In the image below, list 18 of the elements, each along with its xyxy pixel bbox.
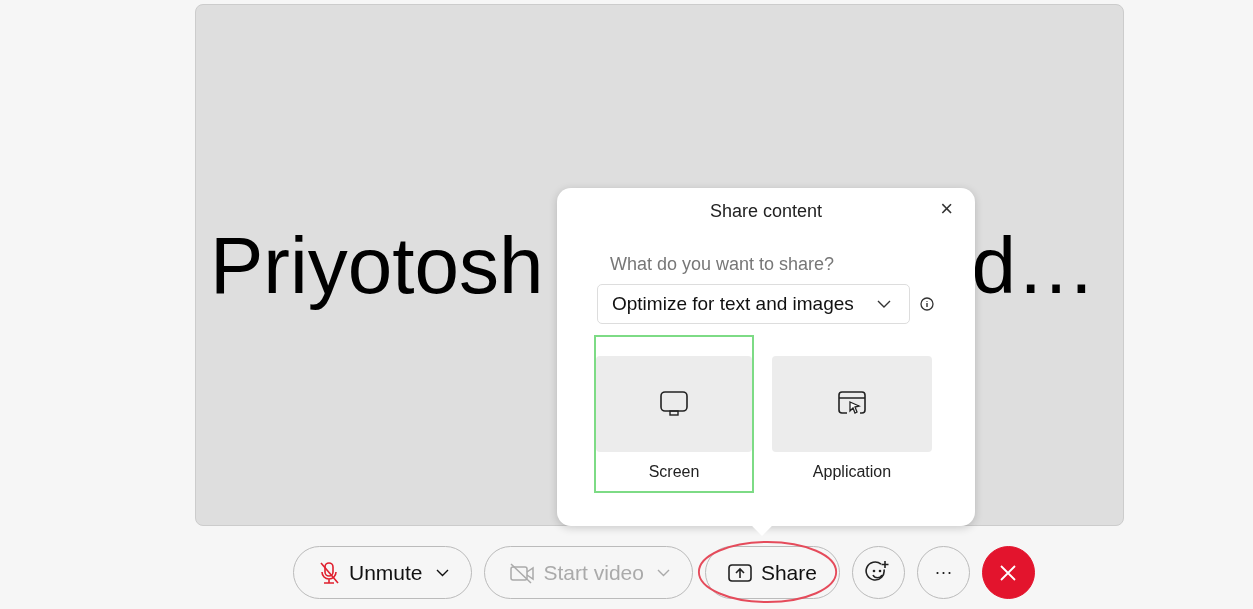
monitor-icon <box>660 391 688 417</box>
info-icon[interactable] <box>920 297 934 311</box>
share-question: What do you want to share? <box>609 254 836 275</box>
chevron-down-icon <box>877 300 891 308</box>
app-window-icon <box>838 391 866 417</box>
quality-dropdown[interactable]: Optimize for text and images <box>597 284 910 324</box>
leave-button[interactable] <box>981 546 1035 599</box>
share-option[interactable]: Screen <box>594 335 754 493</box>
close-icon <box>999 563 1018 582</box>
mic-button[interactable]: Unmute <box>293 546 472 599</box>
share-button[interactable]: Share <box>704 546 840 599</box>
reaction-button[interactable] <box>851 546 905 599</box>
share-screen-icon <box>727 562 752 583</box>
more-button[interactable]: ··· <box>916 546 970 599</box>
close-button[interactable]: × <box>936 198 957 220</box>
participant-name: d… <box>971 222 1096 310</box>
dialog-title: Share content <box>709 201 823 223</box>
participant-name: Priyotosh <box>210 222 544 310</box>
